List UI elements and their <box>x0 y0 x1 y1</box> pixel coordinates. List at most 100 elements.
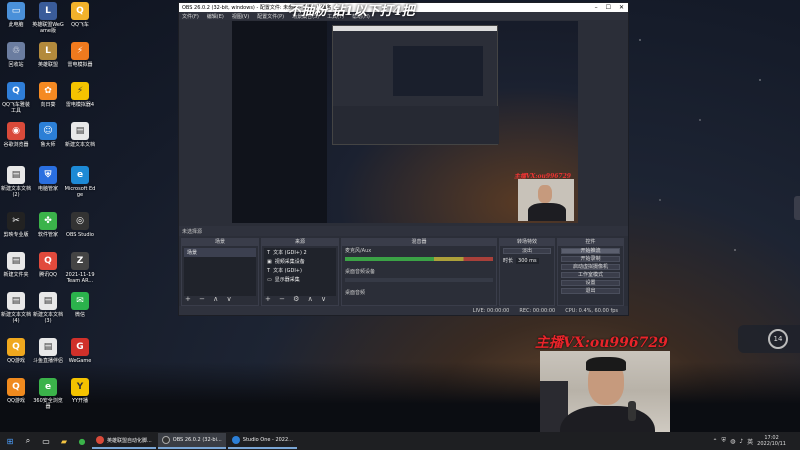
menu-file[interactable]: 文件(F) <box>182 13 199 20</box>
mixer-volume-meter[interactable] <box>345 278 493 282</box>
source-controls[interactable]: + − ⚙ ∧ ∨ <box>265 295 329 303</box>
maximize-icon[interactable]: ☐ <box>606 4 611 11</box>
obs-window[interactable]: OBS 26.0.2 (32-bit, windows) - 配置文件: 未命名… <box>178 2 629 316</box>
side-panel-handle[interactable] <box>794 196 800 220</box>
app-icon: ⚡ <box>71 82 89 100</box>
source-item[interactable]: T 文本 (GDI+) <box>264 266 336 275</box>
desktop-icon[interactable]: Q 腾讯QQ <box>32 252 64 278</box>
desktop-icon[interactable]: ▤ 新建文本文档(4) <box>0 292 32 324</box>
desktop-icon[interactable]: ☺ 鲁大师 <box>32 122 64 148</box>
top-banner-text: 不抽粉 钻1以下打4把 <box>288 4 415 19</box>
taskbar-app-studio-one[interactable]: Studio One - 2022... <box>227 433 297 449</box>
app-icon: ▤ <box>39 338 57 356</box>
tray-expand-icon[interactable]: ⌃ <box>713 438 718 445</box>
taskbar-clock[interactable]: 17:02 2022/10/11 <box>757 435 786 447</box>
virtual-camera-button[interactable]: 启动虚拟摄像机 <box>561 264 620 270</box>
desktop-icon[interactable]: ▭ 此电脑 <box>0 2 32 28</box>
settings-button[interactable]: 设置 <box>561 280 620 286</box>
desktop-icon-label: 回收站 <box>8 62 24 68</box>
shield-icon[interactable]: ⛨ <box>722 437 727 445</box>
desktop-icon[interactable]: Q QQ游戏 <box>0 378 32 404</box>
dock-mixer-title: 混音器 <box>342 239 496 246</box>
desktop-icon[interactable]: Q QQ飞车 <box>64 2 96 28</box>
source-item[interactable]: ▭ 显示器采集 <box>264 275 336 284</box>
obs-preview[interactable]: 主播VX:ou996729 <box>232 21 578 223</box>
desktop-icon[interactable]: ◎ OBS Studio <box>64 212 96 238</box>
app-icon: Q <box>7 378 25 396</box>
app-icon: ▤ <box>7 252 25 270</box>
desktop-icon-label: QQ游戏 <box>7 398 25 404</box>
desktop-icon-label: QQ飞车雅装工具 <box>2 102 30 114</box>
desktop-icon[interactable]: L 英雄联盟 <box>32 42 64 68</box>
windows-start-icon[interactable]: ⊞ <box>2 433 18 449</box>
desktop-icon[interactable]: ⛨ 电脑管家 <box>32 166 64 192</box>
speed-widget[interactable]: 14 <box>738 325 800 353</box>
desktop-icon[interactable]: e Microsoft Edge <box>64 166 96 198</box>
file-explorer-icon[interactable]: ▰ <box>56 433 72 449</box>
exit-button[interactable]: 退出 <box>561 288 620 294</box>
app-icon: Q <box>71 2 89 20</box>
desktop-icon[interactable]: ▤ 新建文本文档(3) <box>32 292 64 324</box>
dock-transitions-title: 转场特效 <box>500 239 554 246</box>
widget-value: 14 <box>768 329 788 349</box>
close-icon[interactable]: ✕ <box>619 4 624 11</box>
minimize-icon[interactable]: – <box>595 4 598 11</box>
menu-profile[interactable]: 配置文件(P) <box>257 13 284 20</box>
desktop-icon-label: 360安全浏览器 <box>33 398 63 410</box>
taskbar-app-lol-script[interactable]: 英雄联盟自动化脚... <box>92 433 156 449</box>
obs-statusbar: LIVE: 00:00:00 REC: 00:00:00 CPU: 0.4%, … <box>179 306 628 315</box>
input-method-icon[interactable]: 英 <box>747 437 753 446</box>
desktop-icon[interactable]: ▤ 新建文本文档(2) <box>0 166 32 198</box>
scene-item[interactable]: 场景 <box>184 248 256 257</box>
desktop-icon[interactable]: Q QQ飞车雅装工具 <box>0 82 32 114</box>
desktop-icon[interactable]: ⚡ 雷电模拟器 <box>64 42 96 68</box>
menu-edit[interactable]: 编辑(E) <box>207 13 224 20</box>
desktop-icon[interactable]: ✤ 软件管家 <box>32 212 64 238</box>
desktop-icon[interactable]: ♲ 回收站 <box>0 42 32 68</box>
desktop-icon[interactable]: Y YY开播 <box>64 378 96 404</box>
mixer-volume-meter[interactable] <box>345 257 493 261</box>
app-icon: Q <box>7 82 25 100</box>
desktop-icon[interactable]: Z 2021-11-19 Team AR... <box>64 252 96 284</box>
desktop-icon[interactable]: ✂ 剪映专业版 <box>0 212 32 238</box>
search-icon[interactable]: ⌕ <box>20 433 36 449</box>
desktop-icon[interactable]: ▤ 新建文件夹 <box>0 252 32 278</box>
scene-controls[interactable]: + − ∧ ∨ <box>185 295 235 303</box>
source-label: 文本 (GDI+) <box>273 268 302 274</box>
desktop-icon[interactable]: Q QQ游戏 <box>0 338 32 364</box>
obs-source-bar: 未选择源 <box>179 226 628 236</box>
system-tray: ⌃ ⛨ ◍ ♪ 英 17:02 2022/10/11 <box>713 435 800 447</box>
desktop-icon[interactable]: L 英雄联盟WeGame版 <box>32 2 64 34</box>
network-icon[interactable]: ◍ <box>730 438 735 445</box>
source-item[interactable]: ▣ 视频采集设备 <box>264 257 336 266</box>
studio-mode-button[interactable]: 工作室模式 <box>561 272 620 278</box>
taskbar-app-obs[interactable]: OBS 26.0.2 (32-bi... <box>157 433 226 449</box>
source-item[interactable]: T 文本 (GDI+) 2 <box>264 248 336 257</box>
app-icon: G <box>71 338 89 356</box>
desktop-icon-label: 此电脑 <box>8 22 24 28</box>
duration-input[interactable]: 300 ms <box>516 257 539 264</box>
live-timer: LIVE: 00:00:00 <box>472 307 510 314</box>
desktop-icon[interactable]: ▤ 新建文本文档 <box>64 122 96 148</box>
desktop-icon[interactable]: G WeGame <box>64 338 96 364</box>
desktop-icon[interactable]: ◉ 谷歌浏览器 <box>0 122 32 148</box>
task-view-icon[interactable]: ▭ <box>38 433 54 449</box>
dock-scenes: 场景 场景 + − ∧ ∨ <box>181 238 259 306</box>
desktop-icon-label: 新建文件夹 <box>3 272 29 278</box>
desktop-icon[interactable]: ✿ 向日葵 <box>32 82 64 108</box>
studio-one-icon <box>231 436 240 444</box>
start-streaming-button[interactable]: 开始推流 <box>561 248 620 254</box>
desktop-icon[interactable]: ⚡ 雷电模拟器4 <box>64 82 96 108</box>
desktop-icon-label: 微信 <box>74 312 85 318</box>
desktop-icon[interactable]: ▤ 斗鱼直播伴侣 <box>32 338 64 364</box>
app-green-icon[interactable]: ● <box>74 433 90 449</box>
desktop-icon-label: 新建文本文档(2) <box>0 186 31 198</box>
transition-select[interactable]: 淡出 <box>503 248 551 254</box>
app-icon: ✿ <box>39 82 57 100</box>
desktop-icon[interactable]: e 360安全浏览器 <box>32 378 64 410</box>
menu-view[interactable]: 视图(V) <box>232 13 249 20</box>
app-icon: ✉ <box>71 292 89 310</box>
volume-icon[interactable]: ♪ <box>739 438 743 445</box>
desktop-icon[interactable]: ✉ 微信 <box>64 292 96 318</box>
start-recording-button[interactable]: 开始录制 <box>561 256 620 262</box>
